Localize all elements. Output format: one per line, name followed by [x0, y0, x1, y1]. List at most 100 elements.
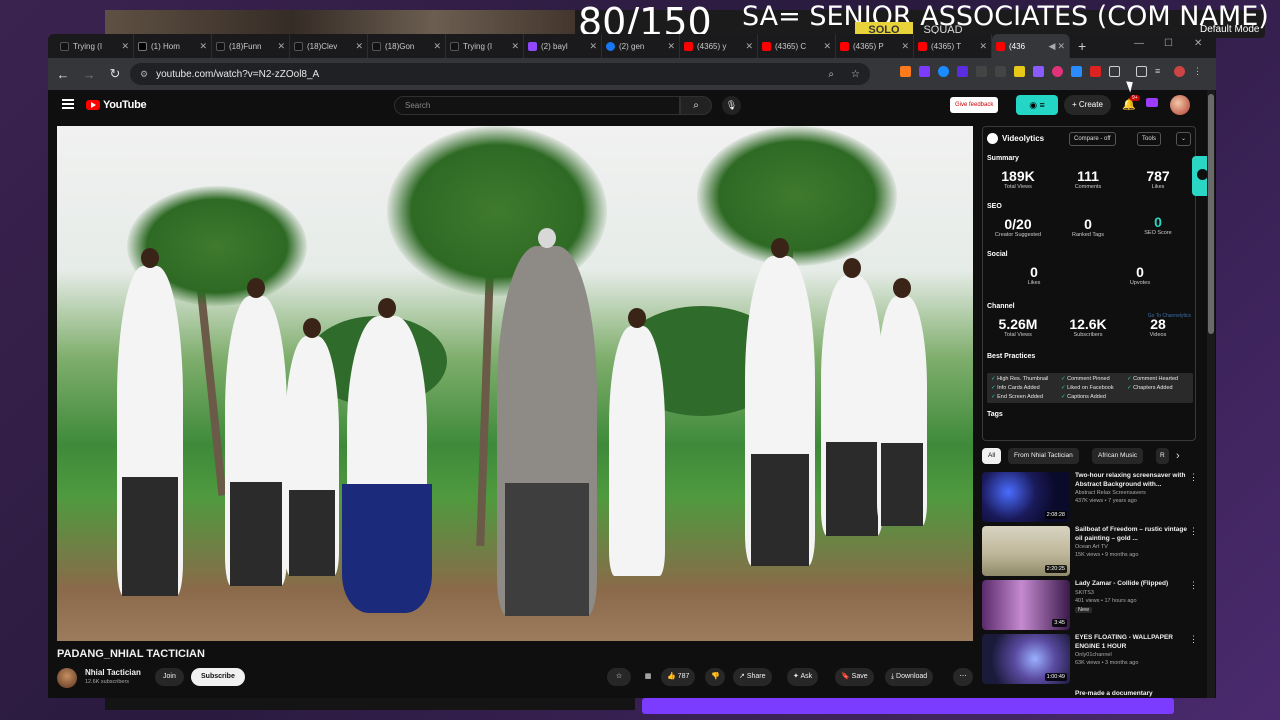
recommended-video[interactable]: 3:45 Lady Zamar - Collide (Flipped) SKIT…: [982, 580, 1198, 632]
recommended-title[interactable]: Sailboat of Freedom – rustic vintage oil…: [1075, 526, 1187, 543]
recommended-channel[interactable]: Ocean Art TV: [1075, 544, 1108, 550]
youtube-logo[interactable]: YouTube: [86, 99, 147, 111]
extension-icon[interactable]: [1033, 66, 1044, 77]
channel-name[interactable]: Nhial Tactician: [85, 668, 141, 677]
search-icon[interactable]: ⌕: [680, 96, 712, 115]
save-button[interactable]: 🔖 Save: [835, 668, 874, 686]
extension-icon[interactable]: [1014, 66, 1025, 77]
recommended-title[interactable]: Lady Zamar - Collide (Flipped): [1075, 580, 1187, 589]
browser-tab[interactable]: (18)Gon ✕: [368, 34, 446, 58]
hamburger-menu-icon[interactable]: [62, 99, 74, 109]
more-vert-icon[interactable]: ⋮: [1189, 634, 1198, 645]
extension-icon[interactable]: [1071, 66, 1082, 77]
browser-tab[interactable]: (2) gen ✕: [602, 34, 680, 58]
browser-tab[interactable]: Trying (I ✕: [56, 34, 134, 58]
chip-african-music[interactable]: African Music: [1092, 448, 1144, 464]
close-window-icon[interactable]: ✕: [1194, 38, 1202, 49]
zoom-icon[interactable]: ⌕: [828, 69, 834, 80]
chip-more[interactable]: R: [1156, 448, 1169, 464]
browser-tab[interactable]: (4365) C ✕: [758, 34, 836, 58]
cast-icon[interactable]: [1136, 66, 1147, 77]
browser-tab[interactable]: (2) bayl ✕: [524, 34, 602, 58]
scrollbar[interactable]: [1207, 90, 1215, 698]
extension-icon[interactable]: [976, 66, 987, 77]
video-thumbnail[interactable]: 2:20:25: [982, 526, 1070, 576]
url-field[interactable]: ⚙ youtube.com/watch?v=N2-zZOol8_A ⌕ ☆: [130, 63, 870, 85]
extension-icon[interactable]: [995, 66, 1006, 77]
puzzle-icon[interactable]: [1109, 66, 1120, 77]
chevron-down-icon[interactable]: ⌄: [1176, 132, 1192, 146]
more-vert-icon[interactable]: ⋮: [1189, 526, 1198, 537]
videolytics-toggle-button[interactable]: ◉ ≡: [1016, 95, 1058, 115]
scrollbar-thumb[interactable]: [1208, 94, 1214, 334]
bookmark-star-icon[interactable]: ☆: [851, 69, 860, 80]
recommended-title[interactable]: Pre-made a documentary: [1075, 690, 1187, 698]
chip-all[interactable]: All: [982, 448, 1002, 464]
extension-icon[interactable]: [957, 66, 968, 77]
minimize-icon[interactable]: —: [1134, 38, 1144, 49]
close-icon[interactable]: ✕: [277, 41, 285, 52]
video-player[interactable]: [57, 126, 973, 641]
browser-tab[interactable]: (4365) P ✕: [836, 34, 914, 58]
chevron-right-icon[interactable]: ›: [1176, 450, 1180, 462]
close-icon[interactable]: ✕: [1057, 41, 1065, 52]
maximize-icon[interactable]: ☐: [1164, 38, 1173, 49]
compare-toggle[interactable]: Compare - off: [1069, 132, 1116, 146]
grid-icon[interactable]: ▦: [637, 668, 659, 686]
recommended-title[interactable]: Two-hour relaxing screensaver with Abstr…: [1075, 472, 1187, 489]
close-icon[interactable]: ✕: [979, 41, 987, 52]
give-feedback-button[interactable]: Give feedback: [950, 97, 999, 113]
dislike-button[interactable]: 👎: [705, 668, 725, 686]
tools-dropdown[interactable]: Tools: [1137, 132, 1162, 146]
like-button[interactable]: 👍 787: [661, 668, 696, 686]
star-icon[interactable]: ☆: [607, 668, 631, 686]
extension-icon[interactable]: [900, 66, 911, 77]
close-icon[interactable]: ✕: [355, 41, 363, 52]
close-icon[interactable]: ✕: [745, 41, 753, 52]
reload-icon[interactable]: ↻: [104, 66, 126, 82]
more-vert-icon[interactable]: ⋮: [1189, 580, 1198, 591]
menu-icon[interactable]: ⋮: [1193, 66, 1204, 77]
new-tab-button[interactable]: +: [1078, 38, 1086, 54]
browser-tab[interactable]: Trying (I ✕: [446, 34, 524, 58]
download-button[interactable]: ⤓ Download: [885, 668, 934, 686]
reading-list-icon[interactable]: ≡: [1155, 66, 1166, 77]
chip-from-channel[interactable]: From Nhial Tactician: [1008, 448, 1079, 464]
browser-tab[interactable]: (4365) y ✕: [680, 34, 758, 58]
close-icon[interactable]: ✕: [823, 41, 831, 52]
ask-button[interactable]: ✦ Ask: [787, 668, 819, 686]
join-button[interactable]: Join: [155, 668, 184, 686]
back-icon[interactable]: ←: [52, 67, 74, 82]
recommended-video[interactable]: 1:00:49 EYES FLOATING - WALLPAPER ENGINE…: [982, 634, 1198, 686]
recommended-video[interactable]: 2:08:28 Two-hour relaxing screensaver wi…: [982, 472, 1198, 524]
extension-icon[interactable]: [938, 66, 949, 77]
extension-icon[interactable]: [1090, 66, 1101, 77]
extension-icon[interactable]: [1146, 98, 1158, 107]
close-icon[interactable]: ✕: [121, 41, 129, 52]
channel-avatar[interactable]: [57, 668, 77, 688]
video-thumbnail[interactable]: 2:08:28: [982, 472, 1070, 522]
recommended-video[interactable]: 2:20:25 Sailboat of Freedom – rustic vin…: [982, 526, 1198, 578]
more-actions-icon[interactable]: ⋯: [953, 668, 973, 686]
recommended-channel[interactable]: Abstract Relax Screensavers: [1075, 490, 1146, 496]
extension-icon[interactable]: [1052, 66, 1063, 77]
browser-tab[interactable]: (1) Hom ✕: [134, 34, 212, 58]
close-icon[interactable]: ✕: [511, 41, 519, 52]
browser-tab-active[interactable]: (436 ◀ ✕: [992, 34, 1070, 58]
recommended-channel[interactable]: Only01channel: [1075, 652, 1112, 658]
more-vert-icon[interactable]: ⋮: [1189, 472, 1198, 483]
browser-tab[interactable]: (4365) T ✕: [914, 34, 992, 58]
close-icon[interactable]: ✕: [433, 41, 441, 52]
microphone-icon[interactable]: 🎙: [722, 96, 741, 115]
profile-avatar[interactable]: [1174, 66, 1185, 77]
account-avatar[interactable]: [1170, 95, 1190, 115]
search-input[interactable]: Search: [394, 96, 680, 115]
close-icon[interactable]: ✕: [199, 41, 207, 52]
site-info-icon[interactable]: ⚙: [140, 69, 148, 80]
recommended-title[interactable]: EYES FLOATING - WALLPAPER ENGINE 1 HOUR: [1075, 634, 1187, 651]
close-icon[interactable]: ✕: [589, 41, 597, 52]
video-thumbnail[interactable]: 3:45: [982, 580, 1070, 630]
subscribe-button[interactable]: Subscribe: [191, 668, 245, 686]
video-thumbnail[interactable]: 1:00:49: [982, 634, 1070, 684]
create-button[interactable]: + Create: [1064, 95, 1111, 115]
